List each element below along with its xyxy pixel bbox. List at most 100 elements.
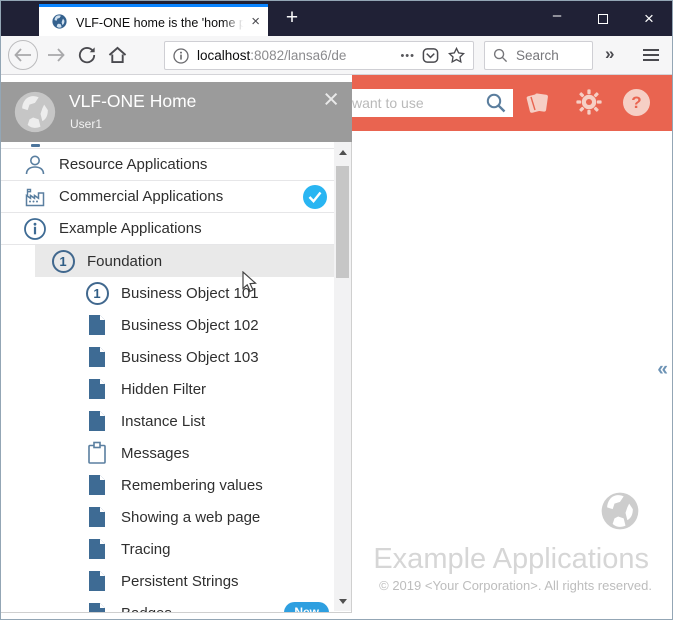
- forward-button[interactable]: [47, 48, 65, 62]
- browser-window: VLF-ONE home is the 'home pa × + – ×: [0, 0, 673, 620]
- forward-arrow-icon: [47, 48, 65, 62]
- info-icon: [23, 217, 47, 241]
- back-button[interactable]: [8, 40, 38, 70]
- menu-item-label: Business Object 103: [121, 349, 259, 366]
- maximize-icon: [598, 14, 608, 24]
- site-info-icon[interactable]: [173, 48, 189, 64]
- bookmark-star-icon[interactable]: [448, 47, 465, 64]
- hamburger-menu-button[interactable]: [643, 49, 659, 64]
- document-icon: [85, 601, 109, 613]
- menu-item-resource-applications[interactable]: Resource Applications: [1, 149, 334, 181]
- watermark-globe-icon: [598, 489, 642, 533]
- maximize-button[interactable]: [580, 1, 626, 36]
- page-actions-icon[interactable]: •••: [400, 50, 415, 62]
- navigation-menu-panel: Resource Applications Commercial Applicat…: [1, 142, 352, 613]
- scroll-up-button[interactable]: [334, 144, 351, 160]
- reload-icon: [78, 46, 96, 64]
- menu-item-label: Business Object 101: [121, 285, 259, 302]
- menu-item-label: Instance List: [121, 413, 205, 430]
- menu-item-label: Example Applications: [59, 220, 202, 237]
- overlay-title: VLF-ONE Home: [69, 91, 196, 112]
- help-icon[interactable]: ?: [623, 89, 650, 116]
- reload-button[interactable]: [78, 46, 96, 64]
- page-content: want to use: [1, 75, 672, 619]
- menu-item-badges[interactable]: Badges New: [1, 597, 334, 613]
- selected-check-badge: [303, 185, 327, 209]
- menu-item-messages[interactable]: Messages: [1, 437, 334, 469]
- menu-item-label: Persistent Strings: [121, 573, 239, 590]
- tab-title: VLF-ONE home is the 'home pa: [76, 14, 247, 30]
- new-tab-button[interactable]: +: [277, 3, 307, 34]
- document-icon: [85, 537, 109, 561]
- menu-item-hidden-filter[interactable]: Hidden Filter: [1, 373, 334, 405]
- menu-item-label: Foundation: [87, 253, 162, 270]
- window-close-button[interactable]: ×: [626, 1, 672, 36]
- back-arrow-icon: [14, 48, 32, 62]
- menu-list: Resource Applications Commercial Applicat…: [1, 142, 334, 613]
- watermark-copyright: © 2019 <Your Corporation>. All rights re…: [379, 578, 652, 593]
- menu-scrollbar[interactable]: [334, 142, 351, 611]
- address-bar[interactable]: localhost:8082/lansa6/de •••: [164, 41, 474, 70]
- menu-item-label: Hidden Filter: [121, 381, 206, 398]
- home-button[interactable]: [108, 46, 127, 64]
- browser-tab[interactable]: VLF-ONE home is the 'home pa ×: [39, 4, 268, 36]
- menu-item-label: Messages: [121, 445, 189, 462]
- scroll-down-button[interactable]: [334, 593, 351, 609]
- browser-toolbar: localhost:8082/lansa6/de ••• Search »: [1, 36, 672, 75]
- menu-item-label: Commercial Applications: [59, 188, 223, 205]
- vlf-menu-overlay: VLF-ONE Home User1 × Resource Applicatio…: [1, 75, 352, 619]
- new-badge: New: [284, 602, 329, 613]
- app-search-icon[interactable]: [485, 92, 507, 114]
- document-icon: [85, 473, 109, 497]
- collapse-panel-icon[interactable]: «: [657, 359, 668, 381]
- person-icon: [23, 153, 47, 177]
- menu-item-business-object-101[interactable]: 1 Business Object 101: [1, 277, 334, 309]
- menu-item-persistent-strings[interactable]: Persistent Strings: [1, 565, 334, 597]
- menu-item-label: Showing a web page: [121, 509, 260, 526]
- window-controls: – ×: [534, 1, 672, 36]
- search-icon: [493, 48, 508, 63]
- user-avatar-globe-icon: [13, 90, 57, 134]
- url-text: localhost:8082/lansa6/de: [197, 47, 398, 64]
- partial-menu-item: [1, 142, 334, 149]
- menu-item-remembering-values[interactable]: Remembering values: [1, 469, 334, 501]
- menu-item-tracing[interactable]: Tracing: [1, 533, 334, 565]
- overlay-header: VLF-ONE Home User1 ×: [1, 82, 352, 142]
- menu-item-label: Resource Applications: [59, 156, 207, 173]
- document-icon: [85, 569, 109, 593]
- document-icon: [85, 505, 109, 529]
- overlay-username: User1: [70, 117, 102, 131]
- menu-item-foundation[interactable]: 1 Foundation: [1, 245, 334, 277]
- menu-item-label: Badges: [121, 605, 172, 614]
- factory-icon: [23, 185, 47, 209]
- tab-close-icon[interactable]: ×: [251, 15, 260, 29]
- toolbar-overflow-button[interactable]: »: [605, 44, 614, 64]
- document-icon: [85, 313, 109, 337]
- document-icon: [85, 345, 109, 369]
- menu-item-label: Tracing: [121, 541, 170, 558]
- menu-item-business-object-103[interactable]: Business Object 103: [1, 341, 334, 373]
- browser-search-field[interactable]: Search: [484, 41, 593, 70]
- circle1-icon: 1: [51, 249, 75, 273]
- menu-item-business-object-102[interactable]: Business Object 102: [1, 309, 334, 341]
- globe-favicon-icon: [51, 13, 68, 30]
- settings-gear-icon[interactable]: [575, 88, 603, 116]
- document-icon: [85, 409, 109, 433]
- overlay-close-icon[interactable]: ×: [323, 84, 339, 115]
- circle1-icon: 1: [85, 281, 109, 305]
- minimize-button[interactable]: –: [534, 1, 580, 36]
- scrollbar-thumb[interactable]: [336, 166, 349, 278]
- app-search-placeholder: want to use: [352, 95, 424, 111]
- menu-item-commercial-applications[interactable]: Commercial Applications: [1, 181, 334, 213]
- applications-switch-icon[interactable]: [522, 88, 552, 118]
- menu-item-showing-a-web-page[interactable]: Showing a web page: [1, 501, 334, 533]
- menu-item-example-applications[interactable]: Example Applications: [1, 213, 334, 245]
- watermark-title: Example Applications: [373, 543, 649, 576]
- clipboard-icon: [85, 441, 109, 465]
- mouse-cursor: [241, 271, 261, 293]
- search-placeholder: Search: [516, 48, 559, 63]
- pocket-icon[interactable]: [422, 47, 439, 64]
- browser-titlebar: VLF-ONE home is the 'home pa × + – ×: [1, 1, 672, 36]
- home-icon: [108, 46, 127, 64]
- menu-item-instance-list[interactable]: Instance List: [1, 405, 334, 437]
